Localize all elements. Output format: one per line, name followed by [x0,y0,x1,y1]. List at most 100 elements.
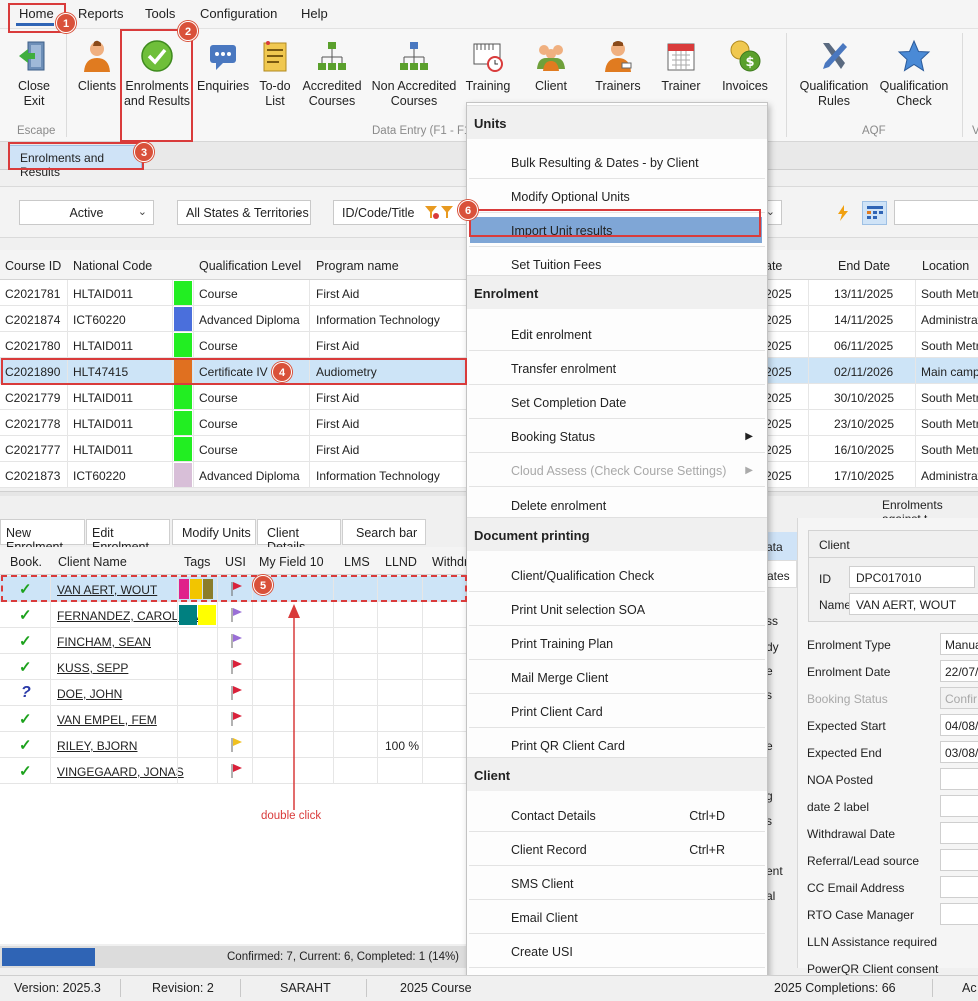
col-client-name[interactable]: Client Name [58,555,127,569]
enrolment-row[interactable]: ✓ VINGEGAARD, JONAS [0,758,470,784]
client-name-link[interactable]: VAN EMPEL, FEM [57,713,157,727]
client-name-link[interactable]: VINGEGAARD, JONAS [57,765,184,779]
menu-item-print-training-plan[interactable]: Print Training Plan [511,637,613,651]
client-button[interactable]: Client [528,39,574,94]
trainer-calendar-button[interactable]: Trainer [658,39,704,94]
menu-item-print-unit-selection-soa[interactable]: Print Unit selection SOA [511,603,645,617]
enrolments-and-results-button[interactable]: Enrolments and Results [123,39,191,109]
edit-enrolment-button[interactable]: Edit Enrolment [86,519,170,554]
side-tab[interactable]: ates [766,560,797,588]
non-accredited-courses-button[interactable]: Non Accredited Courses [368,39,460,109]
enrolment-row[interactable]: ✓ KUSS, SEPP [0,654,470,680]
col-program-name[interactable]: Program name [316,259,399,273]
quick-search-input[interactable] [894,200,978,225]
side-tab[interactable]: s [766,684,797,706]
enrolment-field-input[interactable] [940,822,978,844]
col-withdrawn[interactable]: Withdr [432,555,468,569]
menu-item-sms-client[interactable]: SMS Client [511,877,574,891]
lightning-icon[interactable] [836,205,850,221]
menu-item-import-unit-results[interactable]: Import Unit results [511,224,612,238]
side-tab[interactable]: dy [766,636,797,658]
menu-item-print-client-card[interactable]: Print Client Card [511,705,603,719]
accredited-courses-button[interactable]: Accredited Courses [301,39,363,109]
enrolment-field-input[interactable]: 03/08/ [940,741,978,763]
training-button[interactable]: Training [465,39,511,94]
qualification-rules-button[interactable]: Qualification Rules [798,39,870,109]
col-qualification-level[interactable]: Qualification Level [199,259,301,273]
menu-item-booking-status[interactable]: Booking Status [511,430,595,444]
side-tab[interactable]: e [766,735,797,757]
col-llnd[interactable]: LLND [385,555,417,569]
enrolment-field-input[interactable]: Manua [940,633,978,655]
enrolment-field-input[interactable] [940,876,978,898]
enrolment-field-input[interactable]: 04/08/ [940,714,978,736]
todo-list-button[interactable]: To-do List [255,39,295,109]
enrolment-row[interactable]: ? DOE, JOHN [0,680,470,706]
menu-item-bulk-resulting-dates-by-client[interactable]: Bulk Resulting & Dates - by Client [511,156,699,170]
enrolment-field-input[interactable] [940,849,978,871]
menu-home[interactable]: Home [19,6,54,21]
col-national-code[interactable]: National Code [73,259,152,273]
enrolment-row[interactable]: ✓ VAN AERT, WOUT [0,576,470,602]
enrolment-row[interactable]: ✓ VAN EMPEL, FEM [0,706,470,732]
client-name-link[interactable]: RILEY, BJORN [57,739,137,753]
client-id-field[interactable]: DPC017010 [849,566,975,588]
menu-item-create-usi[interactable]: Create USI [511,945,573,959]
enrolment-field-input[interactable]: 22/07/ [940,660,978,682]
enrolment-row[interactable]: ✓ RILEY, BJORN 100 % [0,732,470,758]
col-course-id[interactable]: Course ID [5,259,61,273]
menu-item-delete-enrolment[interactable]: Delete enrolment [511,499,606,513]
clients-button[interactable]: Clients [74,39,120,94]
side-tab[interactable]: ata [766,532,797,560]
client-name-link[interactable]: DOE, JOHN [57,687,122,701]
col-end-date[interactable]: End Date [838,259,890,273]
enrolment-field-input[interactable] [940,903,978,925]
menu-item-set-tuition-fees[interactable]: Set Tuition Fees [511,258,601,272]
menu-item-set-completion-date[interactable]: Set Completion Date [511,396,626,410]
col-lms[interactable]: LMS [344,555,370,569]
enquiries-button[interactable]: Enquiries [197,39,249,94]
menu-reports[interactable]: Reports [78,6,124,21]
enrolment-field-input[interactable] [940,795,978,817]
menu-configuration[interactable]: Configuration [200,6,277,21]
client-name-link[interactable]: FINCHAM, SEAN [57,635,151,649]
side-tab[interactable]: s [766,810,797,832]
side-tab[interactable]: ent [766,860,797,882]
enrolment-row[interactable]: ✓ FERNANDEZ, CAROLINA [0,602,470,628]
menu-help[interactable]: Help [301,6,328,21]
grid-settings-button[interactable] [862,201,887,225]
menu-item-contact-details[interactable]: Contact Details [511,809,596,823]
menu-item-transfer-enrolment[interactable]: Transfer enrolment [511,362,616,376]
menu-item-edit-enrolment[interactable]: Edit enrolment [511,328,592,342]
qualification-check-button[interactable]: Qualification Check [876,39,952,109]
col-book[interactable]: Book. [10,555,42,569]
menu-tools[interactable]: Tools [145,6,175,21]
enrolment-field-input[interactable]: Confir [940,687,978,709]
side-tab[interactable]: e [766,660,797,682]
enrolment-field-input[interactable] [940,768,978,790]
menu-item-client-record[interactable]: Client Record [511,843,587,857]
menu-item-client-qualification-check[interactable]: Client/Qualification Check [511,569,654,583]
menu-item-modify-optional-units[interactable]: Modify Optional Units [511,190,630,204]
client-name-link[interactable]: KUSS, SEPP [57,661,128,675]
col-my-field-10[interactable]: My Field 10 [259,555,324,569]
search-bar-button[interactable]: Search bar [342,519,426,545]
client-name-field[interactable]: VAN AERT, WOUT [849,593,978,615]
side-tab[interactable]: ss [766,610,797,632]
side-tab[interactable]: g [766,785,797,807]
trainers-button[interactable]: Trainers [594,39,642,94]
side-tab[interactable]: al [766,885,797,907]
enrolment-row[interactable]: ✓ FINCHAM, SEAN [0,628,470,654]
tab-enrolments-and-results[interactable]: Enrolments and Results [8,145,142,179]
states-filter-combo[interactable]: All States & Territories ⌄ [177,200,311,225]
client-details-button[interactable]: Client Details [257,519,341,554]
client-name-link[interactable]: VAN AERT, WOUT [57,583,157,597]
status-filter-combo[interactable]: Active ⌄ [19,200,154,225]
close-exit-button[interactable]: Close Exit [12,39,56,109]
col-tags[interactable]: Tags [184,555,210,569]
menu-item-mail-merge-client[interactable]: Mail Merge Client [511,671,608,685]
col-usi[interactable]: USI [225,555,246,569]
invoices-button[interactable]: $ Invoices [720,39,770,94]
new-enrolment-button[interactable]: New Enrolment [0,519,85,554]
modify-units-button[interactable]: Modify Units [172,519,256,545]
